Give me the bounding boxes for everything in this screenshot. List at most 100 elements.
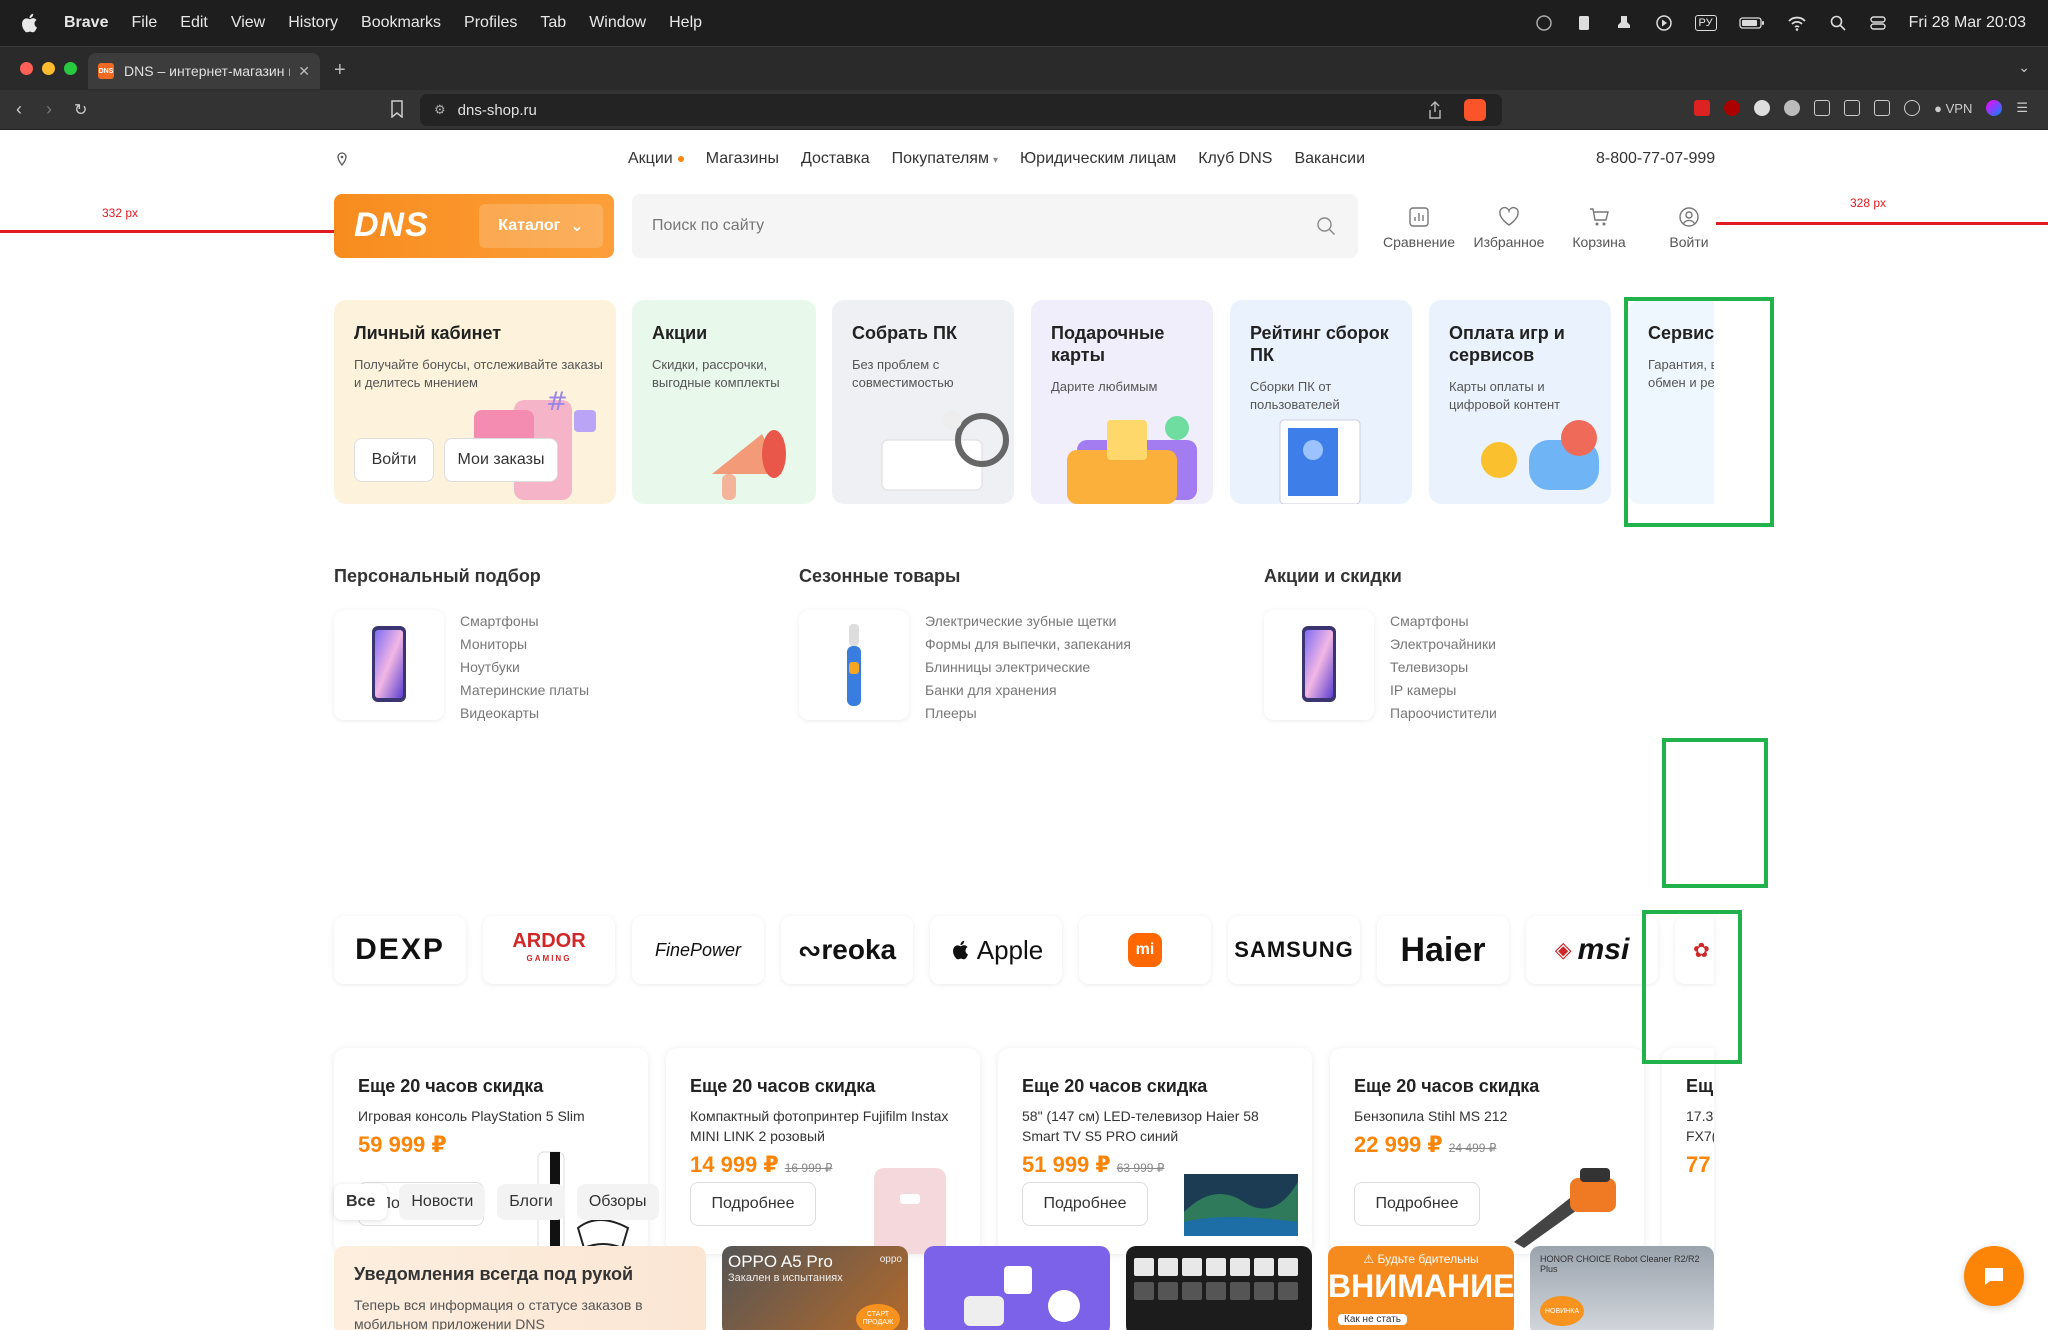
menu-bookmarks[interactable]: Bookmarks xyxy=(361,14,441,32)
moon-icon[interactable] xyxy=(1535,14,1553,32)
brand-ardor[interactable]: ARDOR GAMING xyxy=(483,916,615,984)
browser-tab-active[interactable]: DNS DNS – интернет-магазин цифровой техн… xyxy=(88,53,320,89)
stamp-icon[interactable] xyxy=(1615,14,1633,32)
new-tab-icon[interactable]: + xyxy=(334,59,346,82)
location-pin-icon[interactable] xyxy=(336,152,348,166)
menu-profiles[interactable]: Profiles xyxy=(464,14,517,32)
brave-shield-icon[interactable] xyxy=(1464,99,1486,121)
brand-haier[interactable]: Haier xyxy=(1377,916,1509,984)
section-thumbnail[interactable] xyxy=(1264,610,1374,720)
menu-history[interactable]: History xyxy=(288,14,338,32)
list-item[interactable]: Телевизоры xyxy=(1390,656,1497,679)
tab-reviews[interactable]: Обзоры xyxy=(576,1184,659,1220)
news-card-smarthome[interactable] xyxy=(924,1246,1110,1330)
tab-news[interactable]: Новости xyxy=(399,1184,486,1220)
dns-logo[interactable]: DNS xyxy=(354,206,429,245)
promo-card-akcii[interactable]: Акции Скидки, рассрочки, выгодные компле… xyxy=(632,300,816,504)
brand-msi[interactable]: ◈ msi xyxy=(1526,916,1658,984)
list-item[interactable]: Ноутбуки xyxy=(460,656,589,679)
cart-button[interactable]: Корзина xyxy=(1554,206,1644,250)
spotlight-search-icon[interactable] xyxy=(1829,14,1847,32)
bookmark-icon[interactable] xyxy=(390,100,404,118)
close-window-button[interactable] xyxy=(20,62,33,75)
extension-red-icon[interactable] xyxy=(1694,100,1711,116)
play-icon[interactable] xyxy=(1655,14,1673,32)
deal-card[interactable]: Еще 20 часов скидка Компактный фотопринт… xyxy=(666,1048,980,1254)
reload-icon[interactable]: ↻ xyxy=(74,100,87,120)
nav-klub-dns[interactable]: Клуб DNS xyxy=(1198,150,1272,168)
section-thumbnail[interactable] xyxy=(334,610,444,720)
brand-finepower[interactable]: FinePower xyxy=(632,916,764,984)
tab-blogs[interactable]: Блоги xyxy=(497,1184,565,1220)
brand-dexp[interactable]: DEXP xyxy=(334,916,466,984)
extensions-puzzle-icon[interactable] xyxy=(1814,100,1831,116)
deal-card[interactable]: Еще 20 часов скидка Игровая консоль Play… xyxy=(334,1048,648,1254)
menubar-clock[interactable]: Fri 28 Mar 20:03 xyxy=(1909,14,2026,32)
forward-icon[interactable]: › xyxy=(46,99,52,120)
clipboard-icon[interactable] xyxy=(1575,14,1593,32)
extension-ball-icon[interactable] xyxy=(1784,100,1801,116)
sidebar-icon[interactable] xyxy=(1844,100,1861,116)
promo-card-game-payment[interactable]: Оплата игр и сервисов Карты оплаты и циф… xyxy=(1429,300,1611,504)
details-button[interactable]: Подробнее xyxy=(690,1182,816,1226)
promo-card-pc-rating[interactable]: Рейтинг сборок ПК Сборки ПК от пользоват… xyxy=(1230,300,1412,504)
promo-card-gift-cards[interactable]: Подарочные карты Дарите любимым xyxy=(1031,300,1213,504)
nav-yur-licam[interactable]: Юридическим лицам xyxy=(1020,150,1176,168)
promo-card-pc-builder[interactable]: Собрать ПК Без проблем с совместимостью xyxy=(832,300,1014,504)
login-button[interactable]: Войти xyxy=(1644,206,1734,250)
wallet-icon[interactable] xyxy=(1874,100,1891,116)
news-card-keyboard[interactable] xyxy=(1126,1246,1312,1330)
input-source-badge[interactable]: РУ xyxy=(1694,15,1717,31)
nav-vakansii[interactable]: Вакансии xyxy=(1294,150,1365,168)
news-card-honor[interactable]: HONOR CHOICE Robot Cleaner R2/R2 Plus НО… xyxy=(1530,1246,1714,1330)
leo-ai-icon[interactable] xyxy=(1904,100,1921,116)
list-item[interactable]: Смартфоны xyxy=(460,610,589,633)
news-banner-notifications[interactable]: Уведомления всегда под рукой Теперь вся … xyxy=(334,1246,706,1330)
brand-reoka[interactable]: ∾ reoka xyxy=(781,916,913,984)
nav-pokupatelyam[interactable]: Покупателям ▾ xyxy=(892,150,998,168)
list-item[interactable]: Материнские платы xyxy=(460,679,589,702)
deal-card-partial[interactable]: Еще 17.3" FX7( 77 xyxy=(1662,1048,1714,1254)
search-input[interactable] xyxy=(652,194,1292,258)
tab-all[interactable]: Все xyxy=(334,1184,388,1220)
ublock-icon[interactable] xyxy=(1724,100,1741,116)
chat-button[interactable] xyxy=(1964,1246,2024,1306)
list-item[interactable]: IP камеры xyxy=(1390,679,1497,702)
list-item[interactable]: Видеокарты xyxy=(460,702,589,725)
news-card-warning[interactable]: ⚠ Будьте бдительны ВНИМАНИЕ Как не стать xyxy=(1328,1246,1514,1330)
zoom-window-button[interactable] xyxy=(64,62,77,75)
deal-card[interactable]: Еще 20 часов скидка 58" (147 см) LED-тел… xyxy=(998,1048,1312,1254)
extension-cloud-icon[interactable] xyxy=(1754,100,1771,116)
minimize-window-button[interactable] xyxy=(42,62,55,75)
list-item[interactable]: Блинницы электрические xyxy=(925,656,1131,679)
promo-card-cabinet[interactable]: Личный кабинет Получайте бонусы, отслежи… xyxy=(334,300,616,504)
details-button[interactable]: Подробнее xyxy=(1022,1182,1148,1226)
menu-file[interactable]: File xyxy=(131,14,157,32)
address-bar[interactable]: ⚙ dns-shop.ru xyxy=(420,94,1502,126)
browser-menu-icon[interactable]: ☰ xyxy=(2016,100,2028,116)
list-item[interactable]: Плееры xyxy=(925,702,1131,725)
list-item[interactable]: Мониторы xyxy=(460,633,589,656)
list-item[interactable]: Формы для выпечки, запекания xyxy=(925,633,1131,656)
list-item[interactable]: Электрические зубные щетки xyxy=(925,610,1131,633)
my-orders-button[interactable]: Мои заказы xyxy=(444,438,558,482)
vpn-button[interactable]: ● VPN xyxy=(1934,101,1972,116)
profile-avatar-icon[interactable] xyxy=(1986,100,2003,116)
brand-samsung[interactable]: SAMSUNG xyxy=(1228,916,1360,984)
nav-magaziny[interactable]: Магазины xyxy=(706,150,779,168)
share-icon[interactable] xyxy=(1428,101,1442,119)
menu-window[interactable]: Window xyxy=(589,14,646,32)
wifi-icon[interactable] xyxy=(1787,14,1807,32)
search-icon[interactable] xyxy=(1316,216,1336,236)
phone-number[interactable]: 8-800-77-07-999 xyxy=(1596,150,1715,168)
list-item[interactable]: Банки для хранения xyxy=(925,679,1131,702)
news-card-oppo[interactable]: OPPO A5 Pro Закален в испытаниях oppo СТ… xyxy=(722,1246,908,1330)
battery-icon[interactable] xyxy=(1738,14,1765,32)
nav-akcii[interactable]: Акции xyxy=(628,150,684,168)
brand-apple[interactable]: Apple xyxy=(930,916,1062,984)
promo-login-button[interactable]: Войти xyxy=(354,438,434,482)
menu-help[interactable]: Help xyxy=(669,14,702,32)
back-icon[interactable]: ‹ xyxy=(16,99,22,120)
list-item[interactable]: Пароочистители xyxy=(1390,702,1497,725)
nav-dostavka[interactable]: Доставка xyxy=(801,150,870,168)
